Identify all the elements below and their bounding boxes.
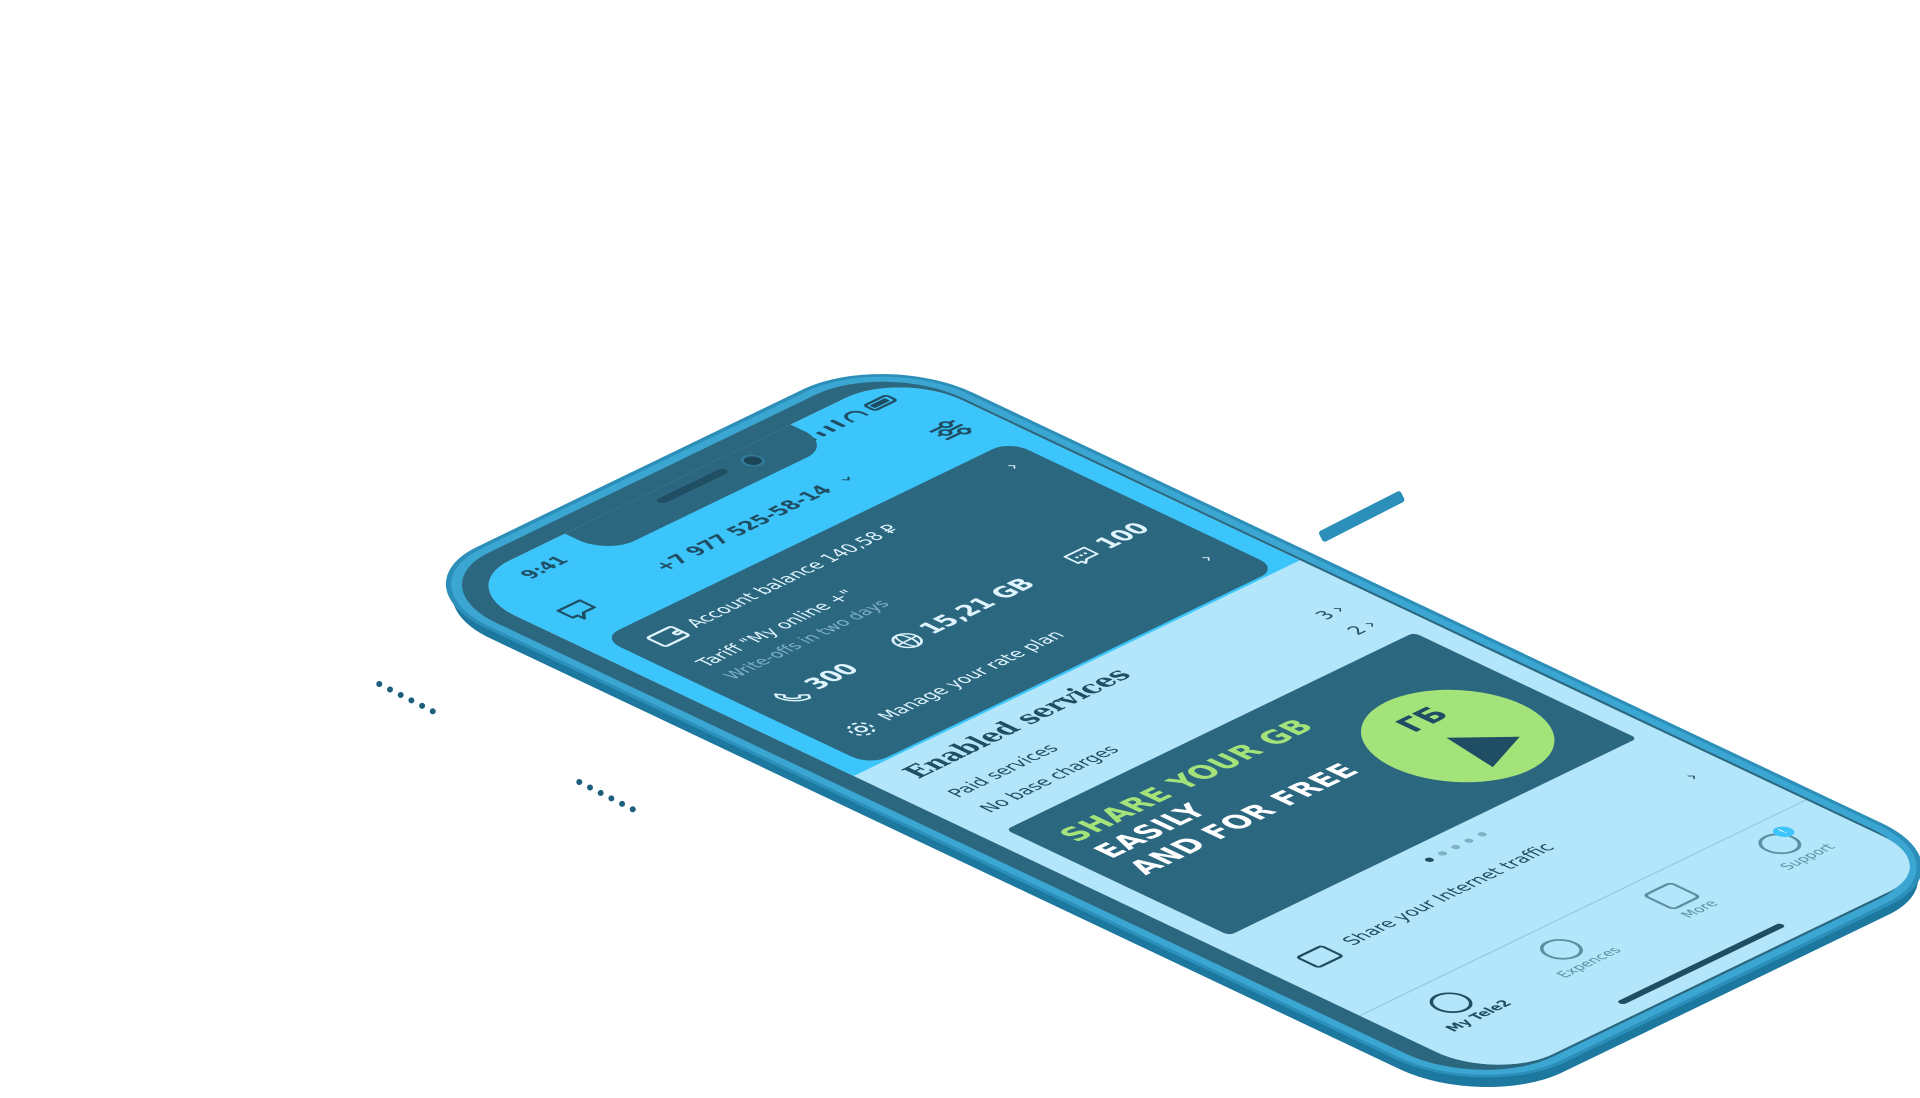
gear-icon	[847, 722, 876, 736]
speaker-grille	[375, 680, 437, 716]
chevron-down-icon[interactable]: ⌄	[826, 469, 861, 486]
battery-icon	[861, 393, 900, 412]
carousel-dot[interactable]	[1448, 844, 1462, 851]
support-badge: !	[1768, 824, 1799, 840]
chevron-right-icon: ›	[1000, 460, 1027, 473]
paid-services-count[interactable]: 3 ›	[1311, 603, 1352, 623]
chat-bubble-icon[interactable]	[545, 594, 611, 625]
gb-badge: ГБ	[1321, 670, 1595, 802]
tab-my-tele2[interactable]: My Tele2	[1381, 969, 1541, 1046]
phone-icon	[773, 693, 812, 702]
phone-screen: 9:41 +7 977 525-58-14 ⌄ Account balance …	[454, 371, 1920, 1081]
speaker-grille	[575, 778, 637, 814]
chevron-right-icon: ›	[1194, 552, 1221, 565]
globe-icon	[891, 633, 923, 649]
quota-value: 100	[1088, 519, 1159, 553]
quota-value: 15,21 GB	[912, 574, 1044, 638]
scene: 9:41 +7 977 525-58-14 ⌄ Account balance …	[0, 0, 1920, 1098]
carousel-dot[interactable]	[1422, 857, 1436, 864]
share-icon	[1294, 944, 1346, 969]
wallet-icon	[644, 625, 693, 648]
sliders-icon[interactable]	[917, 414, 983, 445]
quota-value: 300	[797, 660, 868, 694]
carousel-dot[interactable]	[1462, 837, 1475, 844]
side-button	[1318, 490, 1406, 543]
signal-icon	[822, 425, 837, 433]
arrow-icon	[1433, 722, 1520, 768]
message-icon	[1063, 546, 1100, 564]
quota-minutes: 300	[767, 660, 867, 708]
carousel-dot[interactable]	[1475, 831, 1488, 838]
base-charges-count[interactable]: 2 ›	[1343, 618, 1384, 638]
tab-bar: My Tele2 Expences More ! Support	[1359, 799, 1920, 1081]
quota-sms: 100	[1058, 519, 1158, 567]
chevron-right-icon: ›	[1679, 770, 1707, 784]
status-time: 9:41	[516, 553, 575, 582]
wifi-icon	[838, 408, 870, 423]
front-camera	[735, 452, 771, 470]
signal-icon	[829, 419, 847, 428]
earpiece-speaker	[654, 467, 731, 505]
signal-icon	[815, 431, 828, 437]
carousel-dot[interactable]	[1435, 850, 1449, 857]
